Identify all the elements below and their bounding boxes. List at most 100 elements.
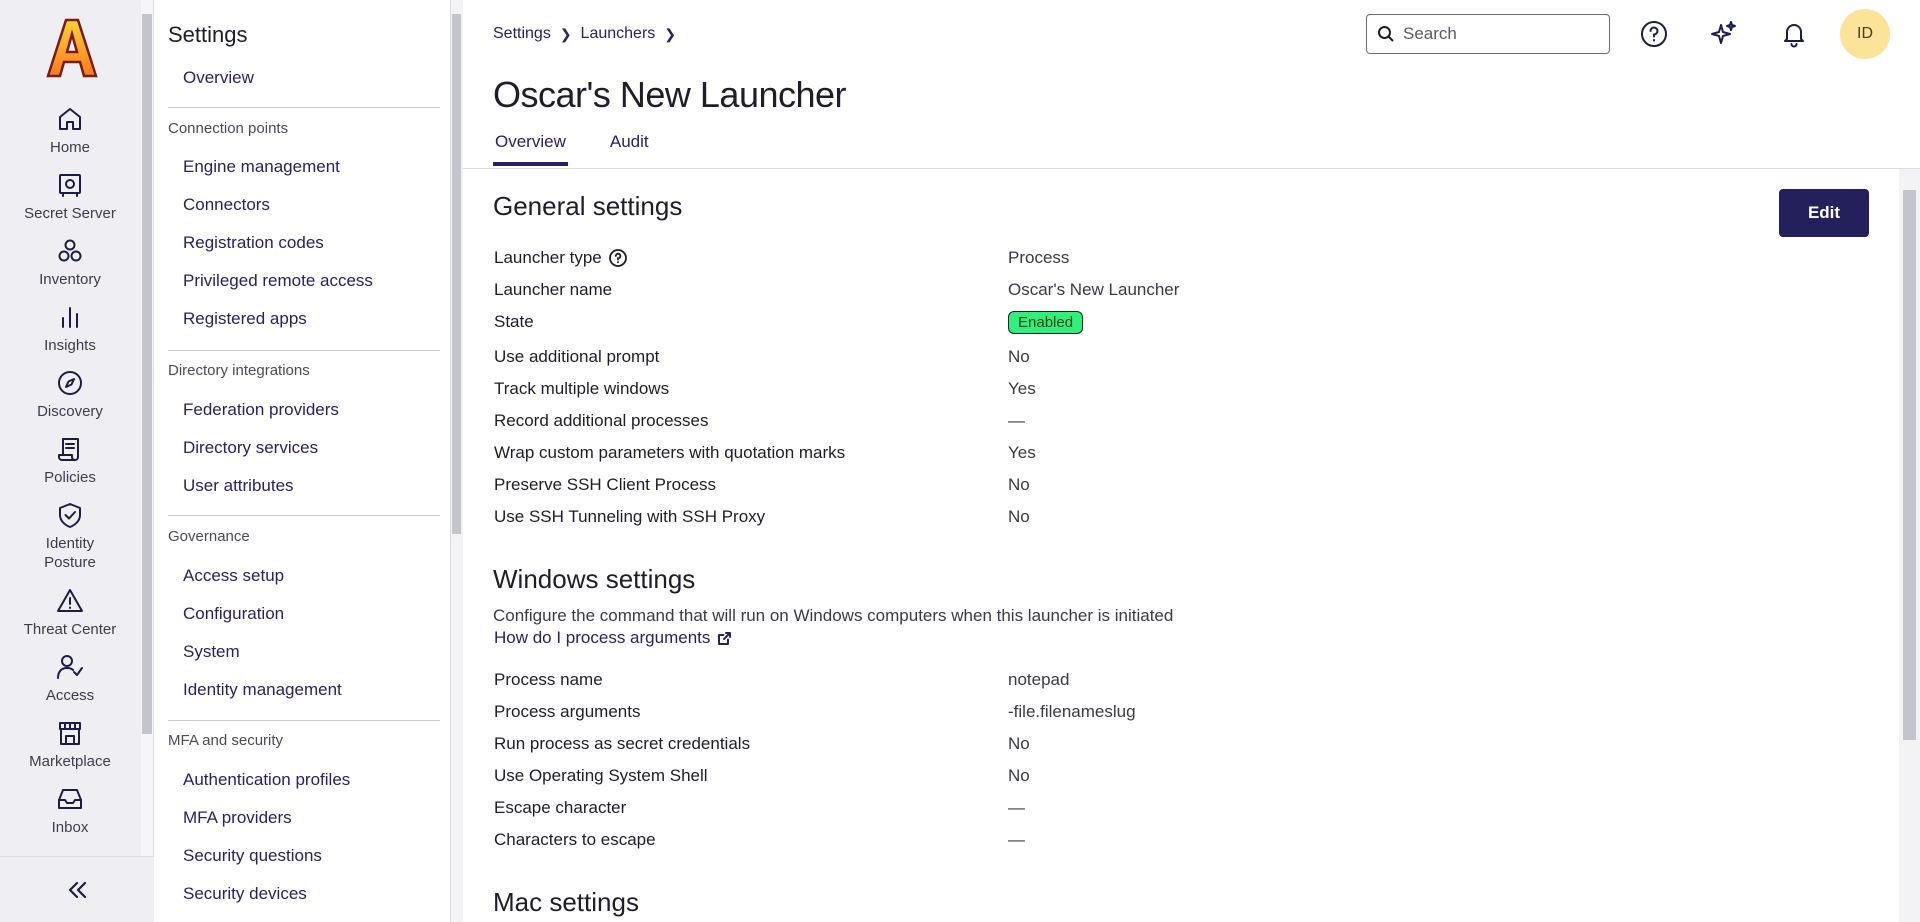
app-logo-icon[interactable]: [44, 18, 100, 78]
settings-nav-scrollbar-thumb[interactable]: [452, 14, 461, 534]
search-input[interactable]: [1403, 24, 1603, 44]
rail-item-marketplace[interactable]: Marketplace: [0, 712, 140, 778]
settings-nav-access-setup[interactable]: Access setup: [183, 566, 284, 586]
ai-assistant-button[interactable]: [1706, 16, 1742, 52]
setting-row: Characters to escape —: [494, 824, 1894, 856]
avatar[interactable]: ID: [1840, 9, 1890, 59]
setting-label: Run process as secret credentials: [494, 734, 751, 753]
breadcrumb-launchers[interactable]: Launchers: [581, 25, 656, 43]
setting-value: No: [1008, 734, 1030, 753]
settings-nav-privileged-remote-access[interactable]: Privileged remote access: [183, 271, 373, 291]
settings-nav-authentication-profiles[interactable]: Authentication profiles: [183, 770, 350, 790]
tab-bar: Overview Audit: [493, 132, 691, 166]
rail-label: Insights: [44, 337, 96, 354]
rail-item-discovery[interactable]: Discovery: [0, 362, 140, 428]
divider: [168, 515, 440, 516]
double-chevron-left-icon: [68, 881, 87, 898]
help-button[interactable]: [1636, 16, 1672, 52]
rail-item-inbox[interactable]: Inbox: [0, 778, 140, 844]
section-connection-points: Connection points: [168, 120, 289, 137]
setting-value: No: [1008, 475, 1030, 494]
setting-value: Yes: [1008, 443, 1036, 462]
setting-label: Record additional processes: [494, 411, 709, 430]
setting-value: —: [1008, 830, 1025, 849]
rail-label: Policies: [44, 469, 96, 486]
setting-value: —: [1008, 798, 1025, 817]
settings-nav-connectors[interactable]: Connectors: [183, 195, 270, 215]
tab-audit[interactable]: Audit: [608, 132, 651, 166]
setting-label: State: [494, 312, 534, 331]
settings-nav-identity-management[interactable]: Identity management: [183, 680, 342, 700]
settings-nav-security-devices[interactable]: Security devices: [183, 884, 307, 904]
setting-label: Wrap custom parameters with quotation ma…: [494, 443, 846, 462]
app-rail: Home Secret Server Inventory Insights Di…: [0, 0, 154, 922]
settings-nav-user-attributes[interactable]: User attributes: [183, 476, 294, 496]
settings-nav-mfa-providers[interactable]: MFA providers: [183, 808, 292, 828]
notifications-button[interactable]: [1776, 16, 1812, 52]
rail-item-secret-server[interactable]: Secret Server: [0, 164, 140, 230]
section-mfa-and-security: MFA and security: [168, 732, 284, 749]
shield-check-icon: [59, 503, 81, 528]
rail-item-identity-posture[interactable]: Identity Posture: [0, 494, 140, 580]
rail-item-home[interactable]: Home: [0, 98, 140, 164]
settings-nav-system[interactable]: System: [183, 642, 240, 662]
settings-nav-registration-codes[interactable]: Registration codes: [183, 233, 324, 253]
breadcrumb: Settings ❯ Launchers ❯: [493, 25, 685, 43]
rail-scrollbar-thumb[interactable]: [142, 14, 152, 734]
setting-row: Use additional prompt No: [494, 341, 1894, 373]
mac-settings-title: Mac settings: [493, 887, 639, 917]
settings-nav-registered-apps[interactable]: Registered apps: [183, 309, 307, 329]
setting-row: Use Operating System Shell No: [494, 760, 1894, 792]
section-governance: Governance: [168, 528, 250, 545]
setting-row: Run process as secret credentials No: [494, 728, 1894, 760]
settings-nav-security-questions[interactable]: Security questions: [183, 846, 322, 866]
help-tooltip-button[interactable]: [608, 248, 628, 268]
settings-nav-directory-services[interactable]: Directory services: [183, 438, 318, 458]
chevron-right-icon: ❯: [559, 25, 572, 42]
setting-value: No: [1008, 347, 1030, 366]
setting-label: Characters to escape: [494, 830, 656, 849]
settings-nav-federation-providers[interactable]: Federation providers: [183, 400, 339, 420]
rail-item-policies[interactable]: Policies: [0, 428, 140, 494]
search-box[interactable]: [1366, 14, 1610, 54]
bell-icon: [1784, 24, 1804, 48]
rail-label: Inbox: [51, 819, 89, 836]
tab-overview[interactable]: Overview: [493, 132, 568, 166]
setting-row: Process name notepad: [494, 664, 1894, 696]
divider: [168, 350, 440, 351]
bar-chart-icon: [62, 307, 78, 328]
scroll-icon: [58, 438, 79, 461]
rail-label: Home: [49, 139, 90, 156]
status-badge: Enabled: [1008, 310, 1084, 334]
setting-label: Track multiple windows: [494, 379, 670, 398]
help-link-text: How do I process arguments: [494, 628, 711, 647]
rail-item-access[interactable]: Access: [0, 646, 140, 712]
setting-value: No: [1008, 766, 1030, 785]
edit-button[interactable]: Edit: [1779, 189, 1869, 237]
settings-nav-overview[interactable]: Overview: [183, 68, 254, 88]
setting-row: Preserve SSH Client Process No: [494, 469, 1894, 501]
setting-label-text: Launcher type: [494, 248, 602, 267]
question-circle-icon: [608, 249, 627, 267]
section-directory-integrations: Directory integrations: [168, 362, 310, 379]
rail-label: Marketplace: [29, 753, 111, 770]
rail-label: Access: [45, 687, 95, 704]
rail-label: Secret Server: [24, 205, 116, 222]
windows-settings-description: Configure the command that will run on W…: [493, 606, 1174, 625]
process-arguments-help-link[interactable]: How do I process arguments: [494, 628, 732, 648]
collapse-rail-button[interactable]: [0, 856, 154, 922]
setting-row: State Enabled: [494, 306, 1894, 338]
setting-value: Yes: [1008, 379, 1036, 398]
page-title: Oscar's New Launcher: [493, 74, 847, 115]
main-scrollbar-thumb[interactable]: [1903, 190, 1916, 740]
settings-nav-engine-management[interactable]: Engine management: [183, 157, 340, 177]
windows-settings-title: Windows settings: [493, 564, 696, 594]
rail-item-threat-center[interactable]: Threat Center: [0, 580, 140, 646]
setting-value: —: [1008, 411, 1025, 430]
settings-nav-configuration[interactable]: Configuration: [183, 604, 284, 624]
breadcrumb-settings[interactable]: Settings: [493, 25, 551, 43]
rail-item-insights[interactable]: Insights: [0, 296, 140, 362]
setting-label: Launcher type: [494, 248, 1008, 268]
setting-label: Use additional prompt: [494, 347, 660, 366]
rail-item-inventory[interactable]: Inventory: [0, 230, 140, 296]
